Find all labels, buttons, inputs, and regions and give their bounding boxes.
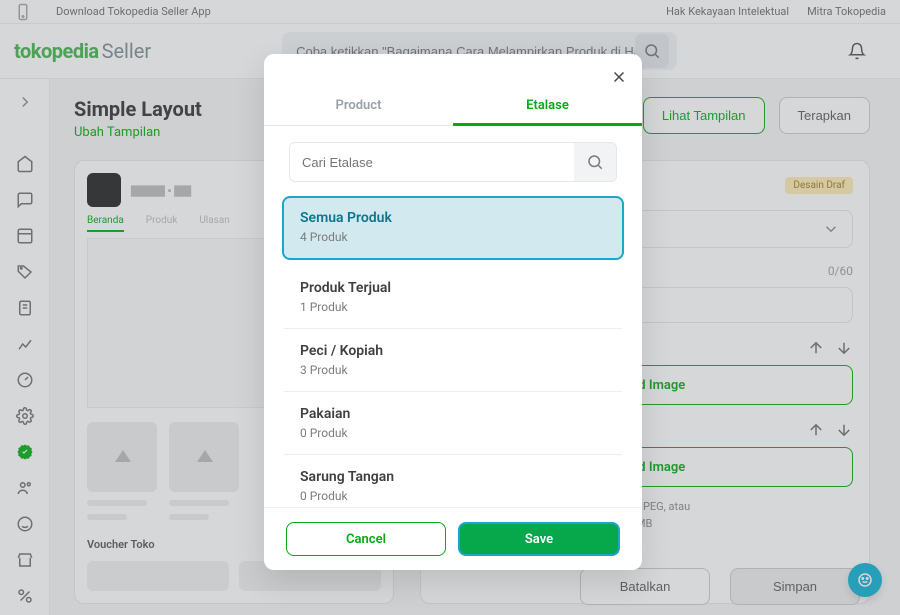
etalase-search: [289, 142, 617, 182]
etalase-item-count: 1 Produk: [300, 300, 606, 314]
etalase-item[interactable]: Produk Terjual 1 Produk: [284, 268, 622, 329]
etalase-item[interactable]: Sarung Tangan 0 Produk: [284, 457, 622, 507]
modal-save-button[interactable]: Save: [458, 522, 620, 556]
etalase-item[interactable]: Peci / Kopiah 3 Produk: [284, 331, 622, 392]
modal-tab-etalase[interactable]: Etalase: [453, 88, 642, 126]
etalase-item[interactable]: Pakaian 0 Produk: [284, 394, 622, 455]
modal-cancel-button[interactable]: Cancel: [286, 522, 446, 556]
etalase-item[interactable]: Semua Produk 4 Produk: [282, 196, 624, 260]
etalase-list[interactable]: Semua Produk 4 Produk Produk Terjual 1 Prod…: [264, 192, 642, 507]
etalase-item-name: Peci / Kopiah: [300, 343, 606, 359]
etalase-item-count: 0 Produk: [300, 489, 606, 503]
etalase-item-name: Semua Produk: [300, 210, 606, 226]
etalase-search-button[interactable]: [574, 143, 616, 181]
etalase-item-count: 4 Produk: [300, 230, 606, 244]
etalase-item-name: Produk Terjual: [300, 280, 606, 296]
etalase-modal: Product Etalase Semua Produk 4 Produk Prod…: [264, 54, 642, 570]
etalase-item-count: 0 Produk: [300, 426, 606, 440]
close-icon[interactable]: [610, 66, 628, 87]
etalase-item-name: Sarung Tangan: [300, 469, 606, 485]
etalase-item-name: Pakaian: [300, 406, 606, 422]
modal-tab-product[interactable]: Product: [264, 88, 453, 125]
etalase-search-input[interactable]: [290, 143, 574, 181]
etalase-item-count: 3 Produk: [300, 363, 606, 377]
